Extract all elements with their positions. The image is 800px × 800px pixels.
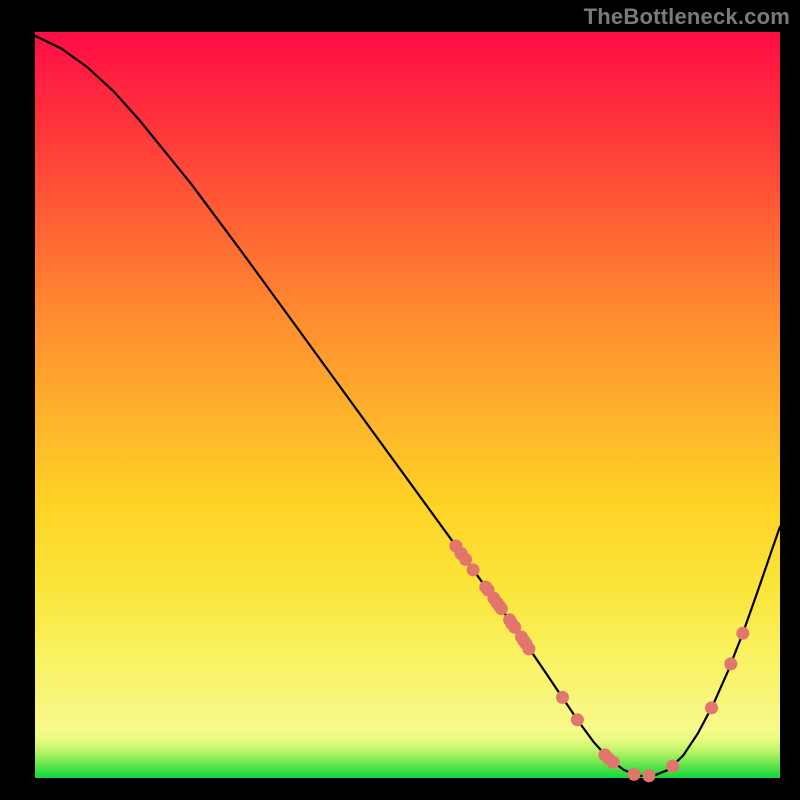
data-point [495, 602, 508, 615]
data-point [642, 769, 655, 782]
gradient-background [35, 32, 780, 778]
data-point [455, 547, 468, 560]
data-point [607, 756, 620, 769]
data-point [705, 701, 718, 714]
data-point [666, 760, 679, 773]
data-point [556, 691, 569, 704]
watermark-label: TheBottleneck.com [584, 4, 790, 30]
data-point [724, 657, 737, 670]
data-point [571, 713, 584, 726]
chart-container: TheBottleneck.com [0, 0, 800, 800]
data-point [628, 768, 641, 781]
bottleneck-curve-chart [0, 0, 800, 800]
data-point [522, 642, 535, 655]
data-point [736, 627, 749, 640]
data-point [467, 563, 480, 576]
